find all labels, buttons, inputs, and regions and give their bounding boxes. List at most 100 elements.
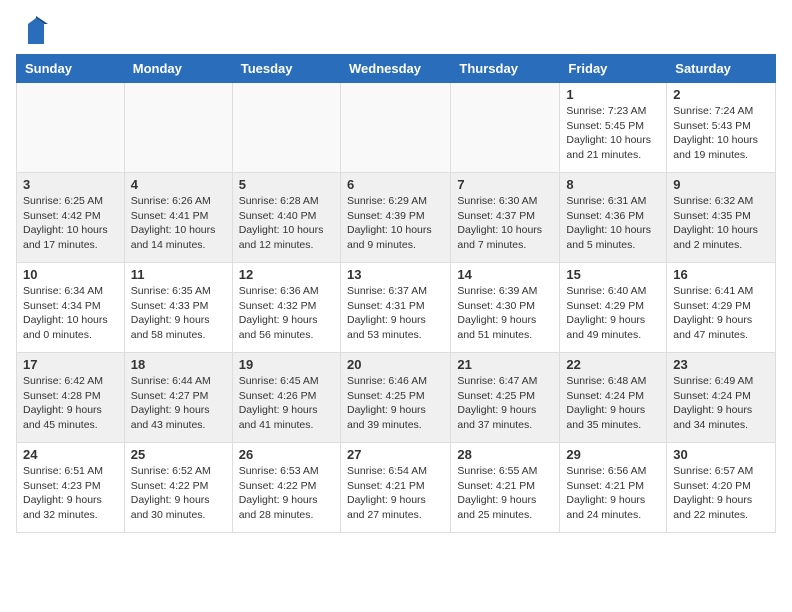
day-info: Sunrise: 6:26 AMSunset: 4:41 PMDaylight:… xyxy=(131,194,226,253)
day-info: Sunrise: 6:46 AMSunset: 4:25 PMDaylight:… xyxy=(347,374,444,433)
day-number: 10 xyxy=(23,267,118,282)
calendar-week-row: 3 Sunrise: 6:25 AMSunset: 4:42 PMDaylight… xyxy=(17,173,776,263)
calendar-header-row: SundayMondayTuesdayWednesdayThursdayFrid… xyxy=(17,55,776,83)
day-number: 19 xyxy=(239,357,334,372)
day-cell: 15 Sunrise: 6:40 AMSunset: 4:29 PMDayligh… xyxy=(560,263,667,353)
day-number: 2 xyxy=(673,87,769,102)
day-number: 23 xyxy=(673,357,769,372)
day-number: 15 xyxy=(566,267,660,282)
day-number: 21 xyxy=(457,357,553,372)
day-info: Sunrise: 6:35 AMSunset: 4:33 PMDaylight:… xyxy=(131,284,226,343)
day-cell: 29 Sunrise: 6:56 AMSunset: 4:21 PMDayligh… xyxy=(560,443,667,533)
day-cell: 30 Sunrise: 6:57 AMSunset: 4:20 PMDayligh… xyxy=(667,443,776,533)
day-cell: 24 Sunrise: 6:51 AMSunset: 4:23 PMDayligh… xyxy=(17,443,125,533)
day-cell: 8Sunrise: 6:31 AMSunset: 4:36 PMDaylight… xyxy=(560,173,667,263)
day-number: 13 xyxy=(347,267,444,282)
day-cell: 6 Sunrise: 6:29 AMSunset: 4:39 PMDaylight… xyxy=(340,173,450,263)
day-cell: 21 Sunrise: 6:47 AMSunset: 4:25 PMDayligh… xyxy=(451,353,560,443)
calendar-week-row: 1Sunrise: 7:23 AMSunset: 5:45 PMDaylight… xyxy=(17,83,776,173)
day-cell xyxy=(451,83,560,173)
day-info: Sunrise: 6:34 AMSunset: 4:34 PMDaylight:… xyxy=(23,284,118,343)
day-number: 28 xyxy=(457,447,553,462)
day-info: Sunrise: 6:56 AMSunset: 4:21 PMDaylight:… xyxy=(566,464,660,523)
day-cell xyxy=(124,83,232,173)
calendar-week-row: 24 Sunrise: 6:51 AMSunset: 4:23 PMDayligh… xyxy=(17,443,776,533)
day-cell: 2 Sunrise: 7:24 AMSunset: 5:43 PMDaylight… xyxy=(667,83,776,173)
day-cell: 9Sunrise: 6:32 AMSunset: 4:35 PMDaylight… xyxy=(667,173,776,263)
day-info: Sunrise: 6:41 AMSunset: 4:29 PMDaylight:… xyxy=(673,284,769,343)
day-cell xyxy=(232,83,340,173)
day-cell: 23 Sunrise: 6:49 AMSunset: 4:24 PMDayligh… xyxy=(667,353,776,443)
day-cell: 11 Sunrise: 6:35 AMSunset: 4:33 PMDayligh… xyxy=(124,263,232,353)
calendar-week-row: 10 Sunrise: 6:34 AMSunset: 4:34 PMDayligh… xyxy=(17,263,776,353)
day-cell: 28Sunrise: 6:55 AMSunset: 4:21 PMDayligh… xyxy=(451,443,560,533)
day-number: 8 xyxy=(566,177,660,192)
day-info: Sunrise: 6:53 AMSunset: 4:22 PMDaylight:… xyxy=(239,464,334,523)
day-cell: 25 Sunrise: 6:52 AMSunset: 4:22 PMDayligh… xyxy=(124,443,232,533)
page-header xyxy=(0,0,792,54)
day-header-thursday: Thursday xyxy=(451,55,560,83)
day-info: Sunrise: 7:24 AMSunset: 5:43 PMDaylight:… xyxy=(673,104,769,163)
day-number: 20 xyxy=(347,357,444,372)
day-cell: 5Sunrise: 6:28 AMSunset: 4:40 PMDaylight… xyxy=(232,173,340,263)
day-header-monday: Monday xyxy=(124,55,232,83)
day-number: 26 xyxy=(239,447,334,462)
day-number: 30 xyxy=(673,447,769,462)
day-info: Sunrise: 6:40 AMSunset: 4:29 PMDaylight:… xyxy=(566,284,660,343)
day-cell xyxy=(17,83,125,173)
day-number: 1 xyxy=(566,87,660,102)
day-number: 4 xyxy=(131,177,226,192)
logo-icon xyxy=(24,16,48,46)
day-cell: 3 Sunrise: 6:25 AMSunset: 4:42 PMDaylight… xyxy=(17,173,125,263)
day-header-wednesday: Wednesday xyxy=(340,55,450,83)
day-info: Sunrise: 6:47 AMSunset: 4:25 PMDaylight:… xyxy=(457,374,553,433)
logo xyxy=(20,16,48,46)
day-number: 27 xyxy=(347,447,444,462)
calendar-wrapper: SundayMondayTuesdayWednesdayThursdayFrid… xyxy=(0,54,792,541)
day-number: 12 xyxy=(239,267,334,282)
day-cell: 7Sunrise: 6:30 AMSunset: 4:37 PMDaylight… xyxy=(451,173,560,263)
day-info: Sunrise: 6:29 AMSunset: 4:39 PMDaylight:… xyxy=(347,194,444,253)
day-cell: 14Sunrise: 6:39 AMSunset: 4:30 PMDayligh… xyxy=(451,263,560,353)
day-cell: 18Sunrise: 6:44 AMSunset: 4:27 PMDayligh… xyxy=(124,353,232,443)
day-info: Sunrise: 6:42 AMSunset: 4:28 PMDaylight:… xyxy=(23,374,118,433)
day-info: Sunrise: 6:45 AMSunset: 4:26 PMDaylight:… xyxy=(239,374,334,433)
day-cell: 19 Sunrise: 6:45 AMSunset: 4:26 PMDayligh… xyxy=(232,353,340,443)
day-info: Sunrise: 6:49 AMSunset: 4:24 PMDaylight:… xyxy=(673,374,769,433)
day-cell: 22 Sunrise: 6:48 AMSunset: 4:24 PMDayligh… xyxy=(560,353,667,443)
day-info: Sunrise: 6:54 AMSunset: 4:21 PMDaylight:… xyxy=(347,464,444,523)
day-cell: 4 Sunrise: 6:26 AMSunset: 4:41 PMDaylight… xyxy=(124,173,232,263)
day-number: 22 xyxy=(566,357,660,372)
day-number: 17 xyxy=(23,357,118,372)
day-cell: 27 Sunrise: 6:54 AMSunset: 4:21 PMDayligh… xyxy=(340,443,450,533)
day-info: Sunrise: 6:37 AMSunset: 4:31 PMDaylight:… xyxy=(347,284,444,343)
day-header-friday: Friday xyxy=(560,55,667,83)
day-info: Sunrise: 6:25 AMSunset: 4:42 PMDaylight:… xyxy=(23,194,118,253)
day-info: Sunrise: 6:57 AMSunset: 4:20 PMDaylight:… xyxy=(673,464,769,523)
day-cell: 10 Sunrise: 6:34 AMSunset: 4:34 PMDayligh… xyxy=(17,263,125,353)
calendar-week-row: 17 Sunrise: 6:42 AMSunset: 4:28 PMDayligh… xyxy=(17,353,776,443)
day-cell: 26 Sunrise: 6:53 AMSunset: 4:22 PMDayligh… xyxy=(232,443,340,533)
day-number: 25 xyxy=(131,447,226,462)
day-info: Sunrise: 6:39 AMSunset: 4:30 PMDaylight:… xyxy=(457,284,553,343)
day-number: 6 xyxy=(347,177,444,192)
day-info: Sunrise: 6:51 AMSunset: 4:23 PMDaylight:… xyxy=(23,464,118,523)
day-number: 29 xyxy=(566,447,660,462)
calendar-table: SundayMondayTuesdayWednesdayThursdayFrid… xyxy=(16,54,776,533)
day-number: 5 xyxy=(239,177,334,192)
day-info: Sunrise: 6:52 AMSunset: 4:22 PMDaylight:… xyxy=(131,464,226,523)
day-number: 3 xyxy=(23,177,118,192)
day-number: 16 xyxy=(673,267,769,282)
day-cell: 1Sunrise: 7:23 AMSunset: 5:45 PMDaylight… xyxy=(560,83,667,173)
day-number: 11 xyxy=(131,267,226,282)
day-number: 24 xyxy=(23,447,118,462)
day-cell: 13 Sunrise: 6:37 AMSunset: 4:31 PMDayligh… xyxy=(340,263,450,353)
day-cell: 20 Sunrise: 6:46 AMSunset: 4:25 PMDayligh… xyxy=(340,353,450,443)
day-info: Sunrise: 6:36 AMSunset: 4:32 PMDaylight:… xyxy=(239,284,334,343)
day-number: 7 xyxy=(457,177,553,192)
day-info: Sunrise: 6:32 AMSunset: 4:35 PMDaylight:… xyxy=(673,194,769,253)
day-header-tuesday: Tuesday xyxy=(232,55,340,83)
day-info: Sunrise: 6:48 AMSunset: 4:24 PMDaylight:… xyxy=(566,374,660,433)
day-header-sunday: Sunday xyxy=(17,55,125,83)
day-cell xyxy=(340,83,450,173)
